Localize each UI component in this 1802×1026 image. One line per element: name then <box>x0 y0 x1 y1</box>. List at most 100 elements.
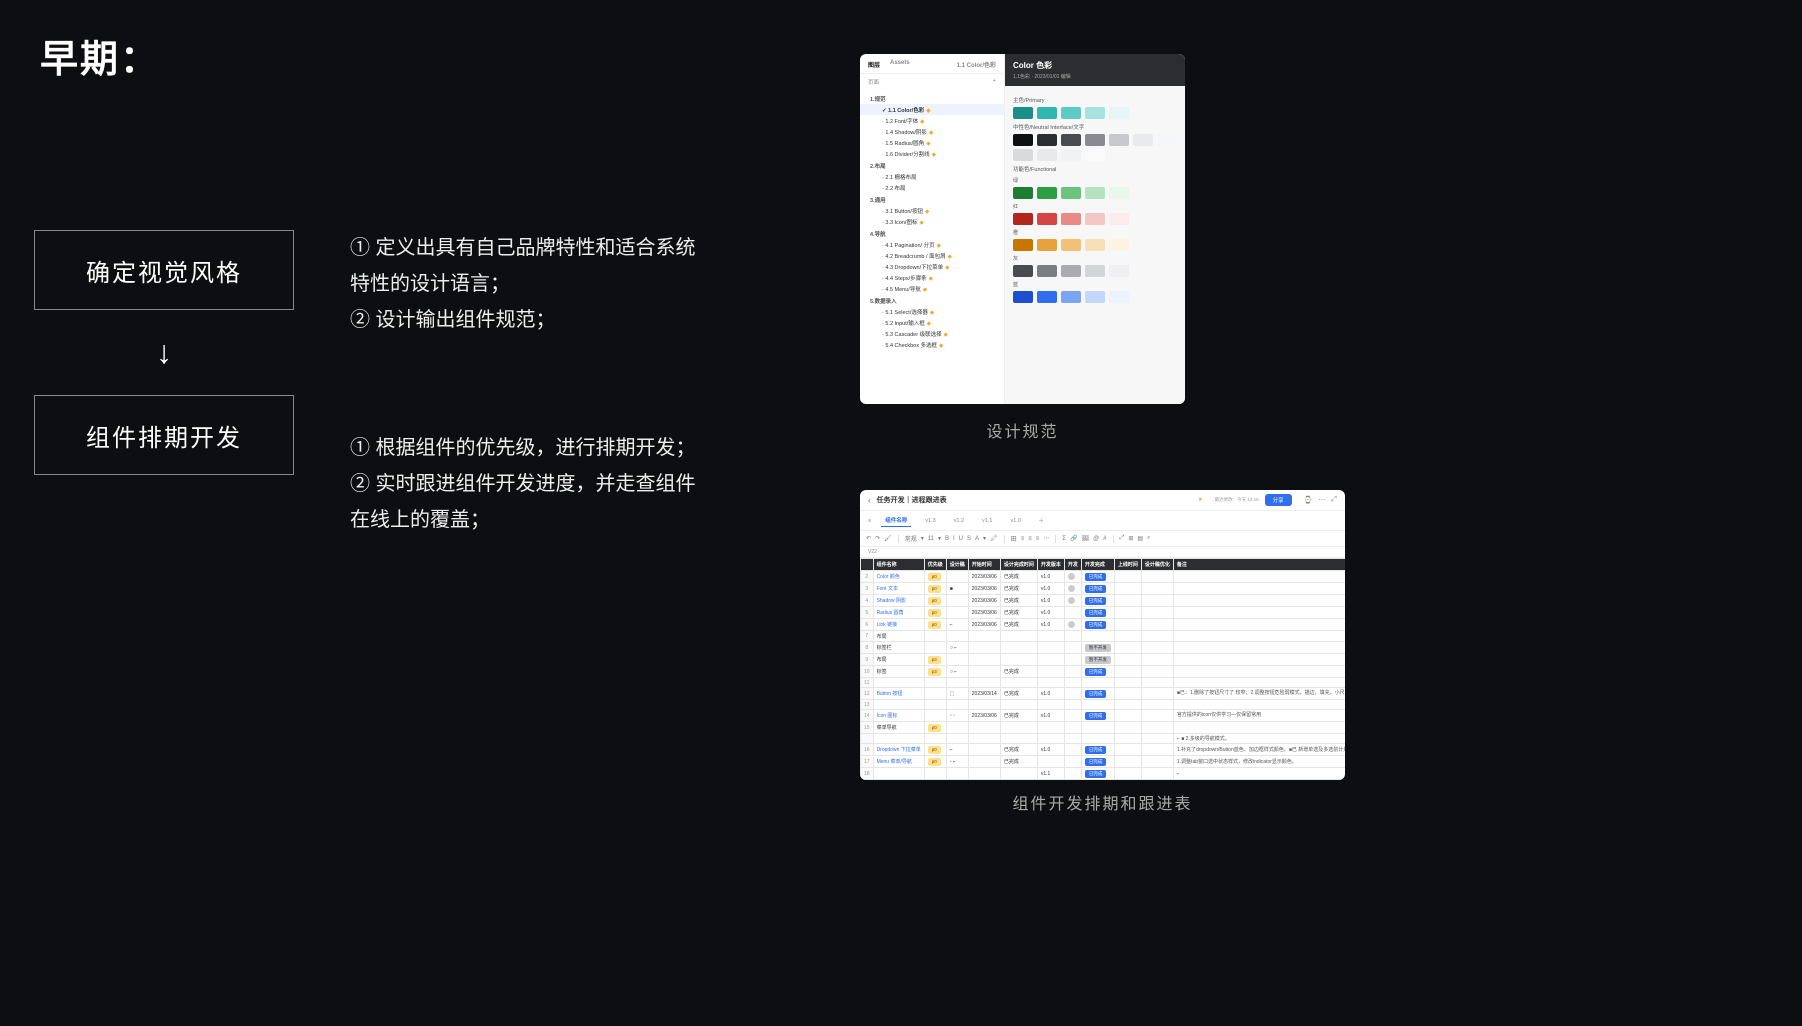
color-swatch <box>1013 149 1033 161</box>
table-row: 4Shadow 阴影p02023/03/06已完成v1.0已完成 <box>861 595 1346 607</box>
tree-item[interactable]: ✓ 1.1 Color/色彩◆ <box>860 104 1004 115</box>
toolbar-button[interactable]: ⌕ <box>1147 535 1150 542</box>
table-row: 13 <box>861 700 1346 710</box>
toolbar-button[interactable]: @ <box>1093 536 1099 542</box>
stage1-desc-line2: ② 设计输出组件规范； <box>350 302 710 338</box>
layers-tab[interactable]: 图层 <box>868 60 880 69</box>
toolbar-button[interactable]: 11 <box>928 536 934 542</box>
arrow-down-icon: ↓ <box>34 334 294 371</box>
sheet-tab[interactable]: v1.2 <box>950 516 968 526</box>
add-page-icon[interactable]: + <box>993 78 996 86</box>
tree-item[interactable]: · 1.6 Divider/分割线◆ <box>860 148 1004 159</box>
toolbar-button[interactable]: ▤ <box>1137 535 1143 542</box>
color-swatch <box>1157 134 1177 146</box>
toolbar-button[interactable]: ▾ <box>983 535 986 542</box>
tree-item[interactable]: · 4.1 Pagination/ 分页◆ <box>860 239 1004 250</box>
table-row: 10标签p3○ ⌐已完成已完成 <box>861 666 1346 678</box>
toolbar-button[interactable]: S <box>967 536 971 542</box>
tree-item[interactable]: · 5.2 Input/输入框◆ <box>860 317 1004 328</box>
table-row: 9布局p3暂不开发 <box>861 654 1346 666</box>
tree-item[interactable]: · 2.2 布局 <box>860 182 1004 193</box>
color-swatch <box>1061 265 1081 277</box>
toolbar-button[interactable]: B <box>945 536 949 542</box>
tree-item[interactable]: · 5.4 Checkbox 多选框◆ <box>860 339 1004 350</box>
table-row: 12Button 按钮⬚2023/03/14已完成v1.0已完成■已：1.删除了… <box>861 688 1346 700</box>
color-swatch <box>1109 213 1129 225</box>
stage-box-2: 组件排期开发 <box>34 395 294 475</box>
cell-reference: V22 <box>860 547 1345 558</box>
tree-item[interactable]: · 3.3 Icon/图标◆ <box>860 216 1004 227</box>
color-swatch <box>1085 291 1105 303</box>
toolbar-button[interactable]: 🔗 <box>1070 535 1077 542</box>
sheet-tab[interactable]: v1.1 <box>978 516 996 526</box>
tree-item[interactable]: · 1.5 Radius/圆角◆ <box>860 137 1004 148</box>
tree-item[interactable]: · 4.3 Dropdown/下拉菜单◆ <box>860 261 1004 272</box>
toolbar-button[interactable]: 🖍 <box>990 535 998 542</box>
toolbar-button[interactable]: U <box>959 536 963 542</box>
toolbar-button[interactable]: ▾ <box>938 535 941 542</box>
color-swatch <box>1061 291 1081 303</box>
toolbar-button[interactable]: 常规 <box>905 534 917 543</box>
tree-item[interactable]: · 1.4 Shadow/阴影◆ <box>860 126 1004 137</box>
expand-icon[interactable]: ⤢ <box>1331 496 1337 504</box>
color-swatch <box>1037 107 1057 119</box>
toolbar-button[interactable]: 🖼 <box>1081 535 1089 542</box>
add-tab-icon[interactable]: + <box>1035 514 1048 527</box>
color-swatch <box>1133 134 1153 146</box>
toolbar-button[interactable]: I <box>953 536 955 542</box>
spec-canvas: Color 色彩 1.1色彩 · 2023/01/01 编辑 主色/Primar… <box>1005 54 1185 404</box>
more-icon[interactable]: ⋯ <box>1318 496 1325 504</box>
toolbar-button[interactable]: ⊞ <box>1128 535 1133 542</box>
color-swatch <box>1013 239 1033 251</box>
color-swatch <box>1037 187 1057 199</box>
color-swatch <box>1109 187 1129 199</box>
tree-item[interactable]: · 4.4 Steps/步骤条◆ <box>860 272 1004 283</box>
tree-item[interactable]: · 5.1 Select/选择器◆ <box>860 306 1004 317</box>
color-swatch <box>1061 187 1081 199</box>
sheet-menu-icon[interactable]: ≡ <box>868 518 871 524</box>
tree-item[interactable]: · 3.1 Button/按钮◆ <box>860 205 1004 216</box>
caption-spreadsheet: 组件开发排期和跟进表 <box>860 790 1345 814</box>
toolbar-button[interactable]: ↶ <box>866 535 871 542</box>
color-swatch <box>1037 213 1057 225</box>
tree-item[interactable]: · 1.2 Font/字体◆ <box>860 115 1004 126</box>
color-swatch <box>1037 265 1057 277</box>
tree-item[interactable]: · 4.2 Breadcrumb / 面包屑◆ <box>860 250 1004 261</box>
toolbar-button[interactable]: 田 <box>1011 534 1017 543</box>
color-swatch <box>1061 134 1081 146</box>
share-button[interactable]: 分享 <box>1265 494 1292 506</box>
toolbar-button[interactable]: ≡ <box>1028 536 1032 542</box>
design-spec-screenshot: 图层 Assets 1.1 Color/色彩 页面 + 1.规范✓ 1.1 Co… <box>860 54 1185 404</box>
toolbar-button[interactable]: Σ <box>1062 536 1066 542</box>
toolbar-button[interactable]: ⤢ <box>1120 535 1125 542</box>
color-swatch <box>1013 187 1033 199</box>
toolbar-button[interactable]: ↷ <box>875 535 880 542</box>
stage2-desc-line1: ① 根据组件的优先级，进行排期开发； <box>350 430 710 466</box>
assets-tab[interactable]: Assets <box>890 60 910 69</box>
clock-icon[interactable]: ⌚ <box>1304 496 1313 504</box>
table-row: 16Dropdown 下拉菜单p0⌐已完成v1.0已完成1.补充了dropdow… <box>861 744 1346 756</box>
toolbar-button[interactable]: ▾ <box>921 535 924 542</box>
toolbar-button[interactable]: # <box>1103 536 1106 542</box>
sheet-tab[interactable]: v1.0 <box>1006 516 1024 526</box>
back-icon[interactable]: ‹ <box>868 496 871 505</box>
tree-item[interactable]: · 2.1 栅格布局 <box>860 171 1004 182</box>
stage2-desc-line2: ② 实时跟进组件开发进度，并走查组件在线上的覆盖； <box>350 466 710 538</box>
table-row: 11 <box>861 678 1346 688</box>
tree-item[interactable]: · 5.3 Cascader 级联选择◆ <box>860 328 1004 339</box>
tree-item[interactable]: · 4.5 Menu/导航◆ <box>860 283 1004 294</box>
color-swatch <box>1085 134 1105 146</box>
color-swatch <box>1061 239 1081 251</box>
sheet-tab[interactable]: 组件名称 <box>881 514 911 527</box>
toolbar-button[interactable]: ≡ <box>1021 536 1025 542</box>
toolbar-button[interactable]: 🖌 <box>884 535 892 542</box>
table-row: 7布局 <box>861 631 1346 642</box>
toolbar-button[interactable]: A <box>975 536 979 542</box>
toolbar-button[interactable]: ≡ <box>1036 536 1040 542</box>
color-swatch <box>1085 239 1105 251</box>
spec-sidebar: 图层 Assets 1.1 Color/色彩 页面 + 1.规范✓ 1.1 Co… <box>860 54 1005 404</box>
sheet-tab[interactable]: v1.3 <box>921 516 939 526</box>
toolbar-button[interactable]: ⋯ <box>1043 535 1049 542</box>
table-row: 15菜单导航p0 <box>861 722 1346 734</box>
color-swatch <box>1061 213 1081 225</box>
